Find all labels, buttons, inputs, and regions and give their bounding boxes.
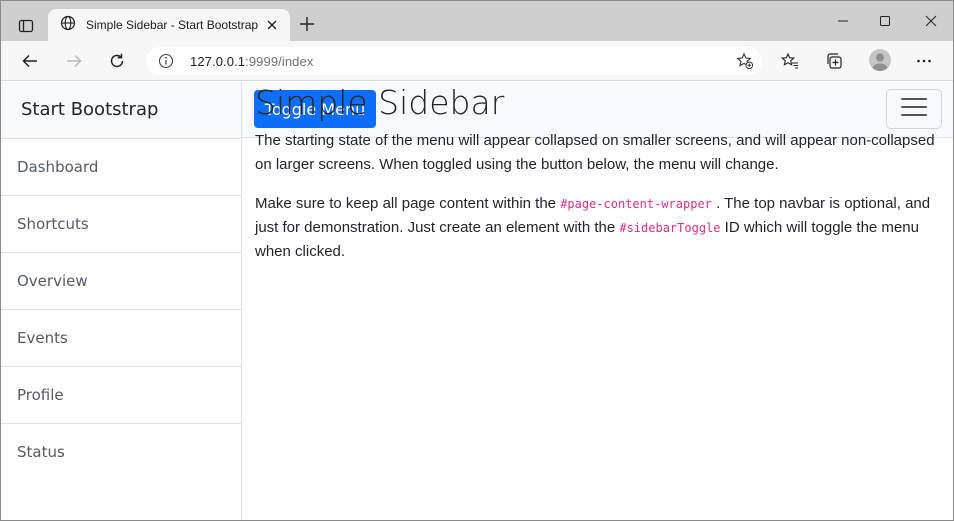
url-path: :9999/index xyxy=(245,54,314,69)
page-title: Simple Sidebar xyxy=(255,83,505,122)
code-sidebar-toggle: #sidebarToggle xyxy=(619,221,721,235)
intro-paragraph: The starting state of the menu will appe… xyxy=(255,132,935,173)
url-field[interactable]: 127.0.0.1:9999/index xyxy=(146,47,762,75)
tab-actions-icon[interactable] xyxy=(11,12,41,40)
instructions-paragraph: Make sure to keep all page content withi… xyxy=(255,192,945,264)
browser-window: Simple Sidebar - Start Bootstrap 127.0.0… xyxy=(0,0,954,521)
refresh-icon[interactable] xyxy=(104,49,130,73)
instructions-text-1: Make sure to keep all page content withi… xyxy=(255,195,561,212)
tab-title: Simple Sidebar - Start Bootstrap xyxy=(86,18,259,32)
favorites-icon[interactable] xyxy=(777,49,803,73)
sidebar-item-dashboard[interactable]: Dashboard xyxy=(1,139,241,196)
collections-icon[interactable] xyxy=(821,49,847,73)
forward-icon[interactable] xyxy=(61,49,87,73)
address-bar: 127.0.0.1:9999/index xyxy=(1,41,953,81)
sidebar: Start Bootstrap Dashboard Shortcuts Over… xyxy=(1,82,242,520)
plus-icon[interactable] xyxy=(297,14,317,34)
url-host: 127.0.0.1 xyxy=(190,54,246,69)
info-icon[interactable] xyxy=(158,53,174,69)
title-bar: Simple Sidebar - Start Bootstrap xyxy=(1,1,953,41)
page-content: Simple Sidebar The starting state of the… xyxy=(255,83,945,279)
maximize-icon[interactable] xyxy=(865,9,905,33)
close-icon[interactable] xyxy=(264,17,280,33)
sidebar-item-profile[interactable]: Profile xyxy=(1,367,241,424)
sidebar-item-overview[interactable]: Overview xyxy=(1,253,241,310)
profile-icon[interactable] xyxy=(869,49,891,71)
more-icon[interactable] xyxy=(911,49,937,73)
window-close-icon[interactable] xyxy=(911,9,951,33)
sidebar-item-events[interactable]: Events xyxy=(1,310,241,367)
sidebar-item-shortcuts[interactable]: Shortcuts xyxy=(1,196,241,253)
add-favorite-icon[interactable] xyxy=(736,52,754,70)
minimize-icon[interactable] xyxy=(823,9,863,33)
sidebar-item-status[interactable]: Status xyxy=(1,424,241,481)
code-page-content-wrapper: #page-content-wrapper xyxy=(560,197,712,211)
back-icon[interactable] xyxy=(17,49,43,73)
url-text: 127.0.0.1:9999/index xyxy=(190,54,313,69)
globe-icon xyxy=(60,15,76,36)
sidebar-heading: Start Bootstrap xyxy=(1,82,241,139)
browser-tab[interactable]: Simple Sidebar - Start Bootstrap xyxy=(48,9,290,41)
